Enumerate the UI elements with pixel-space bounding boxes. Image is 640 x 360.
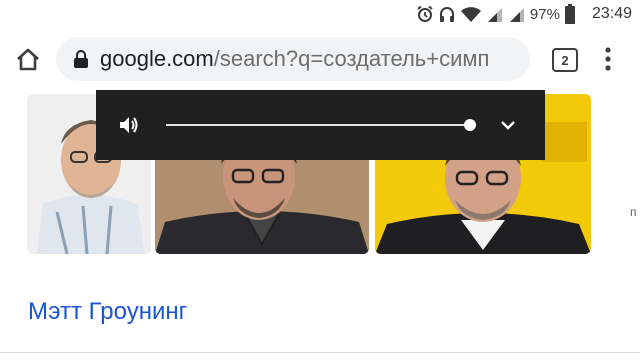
browser-toolbar: google.com/search?q=создатель+симп 2 — [0, 28, 640, 90]
address-bar[interactable]: google.com/search?q=создатель+симп — [56, 37, 530, 81]
divider — [0, 352, 640, 353]
chevron-down-icon[interactable] — [500, 118, 516, 132]
battery-percent: 97% — [529, 5, 560, 23]
volume-slider-thumb[interactable] — [463, 119, 476, 131]
menu-dots-icon[interactable] — [598, 44, 618, 74]
home-icon[interactable] — [14, 46, 42, 74]
wifi-icon — [460, 7, 481, 22]
tab-count: 2 — [561, 52, 569, 68]
url-text: google.com/search?q=создатель+симп — [100, 46, 489, 72]
result-image[interactable] — [596, 94, 640, 254]
alarm-icon — [417, 5, 433, 22]
signal-icon — [509, 8, 524, 22]
status-bar: 97% 23:49 — [0, 0, 640, 28]
lock-icon — [74, 50, 88, 68]
headphones-icon — [439, 7, 454, 22]
url-host: google.com — [100, 46, 214, 71]
clock: 23:49 — [591, 5, 632, 22]
volume-icon[interactable] — [118, 114, 140, 136]
status-icons: 97% 23:49 — [416, 2, 632, 26]
signal-icon — [487, 8, 502, 22]
volume-slider[interactable] — [166, 124, 470, 126]
battery-icon — [564, 4, 575, 24]
volume-panel — [96, 90, 545, 160]
result-title-link[interactable]: Мэтт Гроунинг — [28, 298, 187, 326]
url-path: /search?q=создатель+симп — [213, 46, 490, 71]
side-text: п — [630, 205, 637, 219]
tab-switcher-button[interactable]: 2 — [552, 48, 578, 72]
